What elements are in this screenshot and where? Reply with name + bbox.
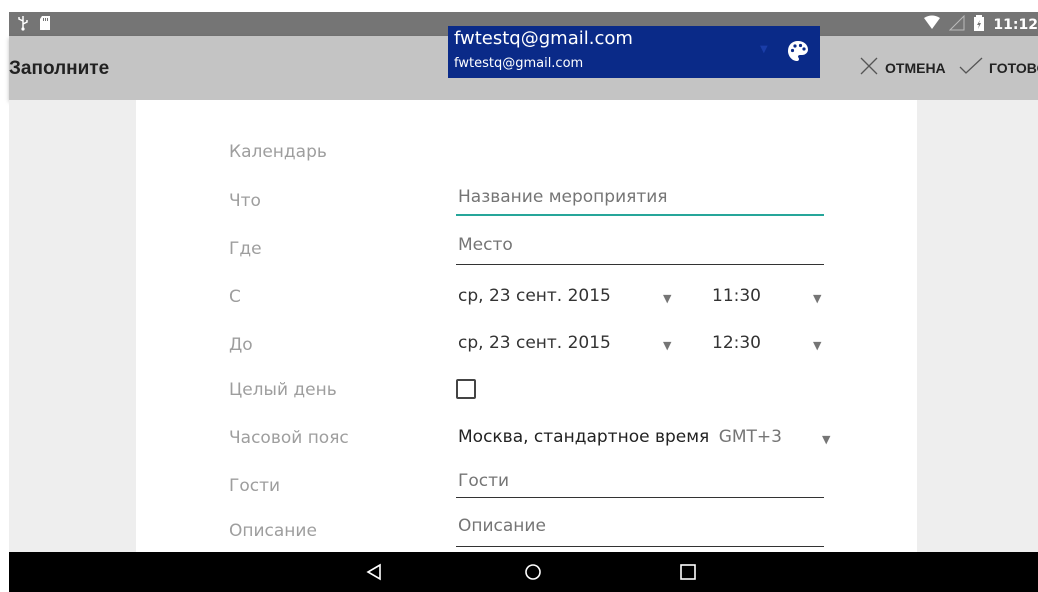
location-input[interactable]: Место — [458, 235, 513, 255]
calendar-selector[interactable]: fwtestq@gmail.com fwtestq@gmail.com ▼ — [448, 26, 820, 78]
chevron-down-icon: ▼ — [760, 44, 768, 55]
chevron-down-icon: ▼ — [663, 339, 672, 352]
from-date-spinner[interactable]: ср, 23 сент. 2015 — [458, 286, 611, 306]
chevron-down-icon: ▼ — [822, 433, 831, 446]
recents-icon[interactable] — [678, 562, 698, 586]
timezone-offset: GMT+3 — [718, 427, 782, 447]
cancel-label: ОТМЕНА — [885, 59, 946, 76]
close-icon — [859, 56, 879, 79]
where-label: Где — [229, 239, 262, 259]
description-input-underline — [456, 546, 824, 547]
from-time-spinner[interactable]: 11:30 — [712, 286, 761, 306]
guests-label: Гости — [229, 476, 281, 496]
sd-card-icon — [39, 15, 51, 35]
done-button[interactable]: ГОТОВО — [959, 56, 1038, 79]
guests-input[interactable]: Гости — [458, 471, 509, 491]
battery-icon — [973, 15, 985, 35]
check-icon — [959, 56, 983, 79]
timezone-name: Москва, стандартное время — [458, 427, 710, 447]
home-icon[interactable] — [523, 562, 543, 586]
location-input-underline — [456, 264, 824, 265]
chevron-down-icon: ▼ — [663, 292, 672, 305]
to-date-spinner[interactable]: ср, 23 сент. 2015 — [458, 333, 611, 353]
page-title: Заполните — [9, 58, 110, 79]
calendar-account: fwtestq@gmail.com — [454, 28, 633, 49]
title-input-underline — [456, 214, 824, 216]
guests-input-underline — [456, 497, 824, 498]
description-label: Описание — [229, 521, 317, 541]
calendar-label: Календарь — [229, 142, 327, 162]
done-label: ГОТОВО — [989, 59, 1038, 76]
status-time: 11:12 — [993, 17, 1038, 33]
cancel-button[interactable]: ОТМЕНА — [859, 56, 946, 79]
navigation-bar — [9, 552, 1038, 592]
chevron-down-icon: ▼ — [813, 292, 822, 305]
signal-icon — [949, 14, 965, 35]
chevron-down-icon: ▼ — [813, 339, 822, 352]
title-input[interactable]: Название мероприятия — [458, 187, 668, 207]
timezone-label: Часовой пояс — [229, 428, 349, 448]
calendar-account-sub: fwtestq@gmail.com — [454, 56, 584, 71]
all-day-checkbox[interactable] — [456, 379, 476, 399]
what-label: Что — [229, 191, 261, 211]
usb-icon — [17, 15, 29, 35]
wifi-icon — [923, 15, 941, 35]
description-input[interactable]: Описание — [458, 516, 546, 536]
from-label: С — [229, 287, 241, 307]
to-time-spinner[interactable]: 12:30 — [712, 333, 761, 353]
page-background — [9, 100, 1038, 552]
to-label: До — [229, 335, 253, 355]
palette-icon[interactable] — [786, 39, 810, 67]
timezone-spinner[interactable]: Москва, стандартное время GMT+3 — [458, 427, 782, 447]
back-icon[interactable] — [365, 562, 385, 586]
all-day-label: Целый день — [229, 380, 337, 400]
